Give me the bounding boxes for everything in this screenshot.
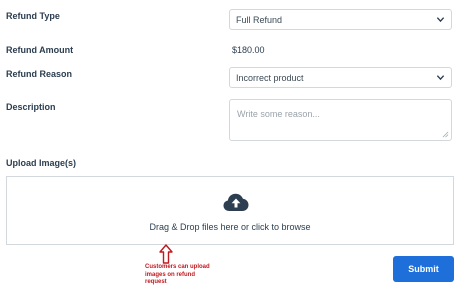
cloud-upload-icon — [223, 193, 249, 211]
description-label: Description — [6, 102, 56, 112]
upload-label: Upload Image(s) — [6, 158, 77, 168]
refund-amount-value: $180.00 — [232, 45, 265, 55]
chevron-down-icon — [436, 17, 445, 23]
description-textarea[interactable]: Write some reason... — [229, 99, 452, 141]
refund-reason-select[interactable]: Incorrect product — [229, 67, 452, 88]
refund-type-selected-value: Full Refund — [236, 14, 283, 25]
upload-dropzone[interactable]: Drag & Drop files here or click to brows… — [6, 176, 454, 245]
chevron-down-icon — [436, 75, 445, 81]
refund-amount-label: Refund Amount — [6, 45, 74, 55]
refund-reason-selected-value: Incorrect product — [236, 72, 304, 83]
dropzone-text: Drag & Drop files here or click to brows… — [149, 222, 311, 232]
refund-type-label: Refund Type — [6, 11, 60, 21]
refund-reason-label: Refund Reason — [6, 69, 73, 79]
resize-grip-icon[interactable] — [442, 131, 449, 138]
annotation-note: Customers can upload images on refund re… — [145, 264, 210, 285]
submit-button[interactable]: Submit — [393, 256, 454, 282]
refund-type-select[interactable]: Full Refund — [229, 9, 452, 30]
arrow-up-icon — [159, 244, 173, 264]
description-placeholder: Write some reason... — [237, 109, 320, 119]
